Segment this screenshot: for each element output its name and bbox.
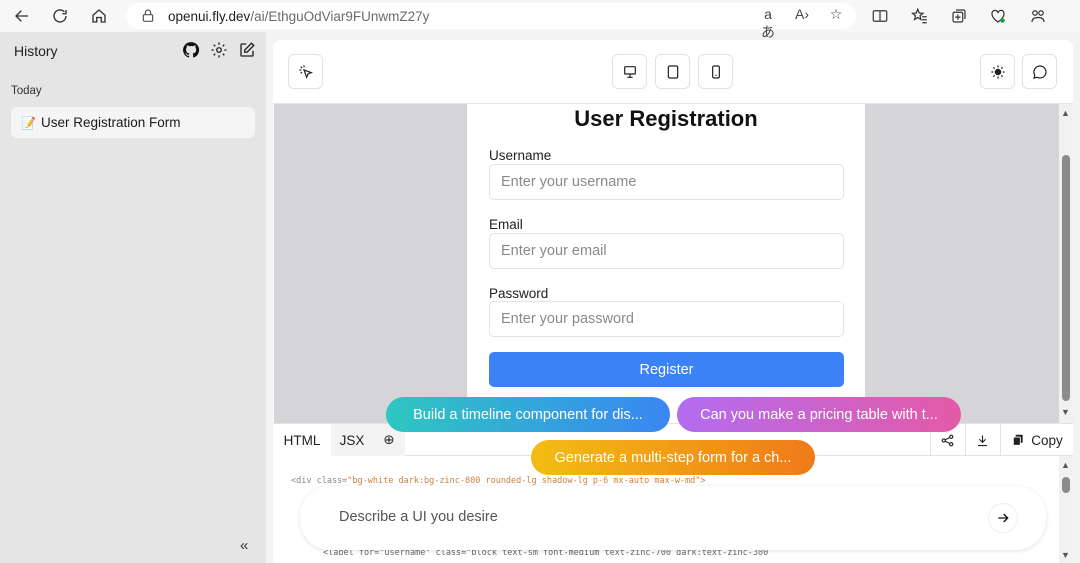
history-item-label: User Registration Form: [40, 115, 181, 130]
form-title: User Registration: [574, 106, 758, 131]
username-label: Username: [489, 148, 552, 163]
home-icon[interactable]: [85, 2, 113, 30]
copy-label: Copy: [1031, 432, 1063, 448]
copy-icon: [1013, 434, 1023, 446]
settings-gear-icon[interactable]: [210, 41, 228, 59]
back-icon[interactable]: [8, 2, 36, 30]
lock-icon: [142, 9, 154, 22]
username-input[interactable]: Enter your username: [489, 164, 844, 200]
code-line: <div class="bg-white dark:bg-zinc-800 ro…: [291, 476, 706, 486]
history-item[interactable]: 📝 User Registration Form: [11, 107, 255, 138]
mobile-icon: [711, 64, 720, 79]
preview-frame: User Registration Username Enter your us…: [274, 104, 1059, 423]
new-chat-icon[interactable]: [238, 41, 256, 59]
sidebar-title: History: [14, 43, 58, 59]
memo-icon: 📝: [21, 115, 36, 130]
tablet-icon: [667, 64, 678, 79]
email-label: Email: [489, 217, 523, 232]
mobile-view-button[interactable]: [698, 54, 733, 89]
email-input[interactable]: Enter your email: [489, 233, 844, 269]
extensions-icon[interactable]: [1027, 5, 1049, 27]
url-path: /ai/EthguOdViar9FUnwmZ27y: [250, 8, 430, 24]
main-panel: User Registration Username Enter your us…: [273, 40, 1073, 563]
tab-jsx[interactable]: JSX: [331, 424, 373, 456]
preview-scroll-thumb[interactable]: [1062, 155, 1070, 401]
scroll-up-icon[interactable]: ▲: [1061, 108, 1070, 118]
password-input[interactable]: Enter your password: [489, 301, 844, 337]
desktop-icon: [623, 65, 636, 78]
code-scrollbar[interactable]: ▲ ▼: [1059, 456, 1073, 563]
prompt-input-box[interactable]: Describe a UI you desire: [300, 486, 1046, 550]
tablet-view-button[interactable]: [655, 54, 690, 89]
sidebar-section-today: Today: [11, 85, 42, 97]
registration-card: User Registration Username Enter your us…: [467, 104, 865, 423]
chat-bubble-icon: [1032, 64, 1047, 79]
suggestion-chip[interactable]: Can you make a pricing table with t...: [677, 397, 961, 432]
arrow-right-icon: [998, 513, 1009, 523]
address-bar[interactable]: openui.fly.dev/ai/EthguOdViar9FUnwmZ27y …: [126, 3, 856, 40]
cursor-select-icon: [298, 64, 313, 79]
code-scroll-down-icon[interactable]: ▼: [1061, 550, 1070, 560]
url-host: openui.fly.dev: [168, 8, 251, 24]
collections-icon[interactable]: [948, 5, 970, 27]
preview-toolbar: [273, 40, 1073, 104]
comment-button[interactable]: [1022, 54, 1057, 89]
read-aloud-icon[interactable]: A›: [792, 6, 812, 42]
code-scroll-up-icon[interactable]: ▲: [1061, 460, 1070, 470]
history-sidebar: History Today 📝 User Registration Form «: [0, 32, 266, 563]
send-button[interactable]: [988, 503, 1018, 533]
register-button[interactable]: Register: [489, 352, 844, 387]
theme-toggle-button[interactable]: [980, 54, 1015, 89]
browser-essentials-icon[interactable]: [987, 5, 1009, 27]
suggestion-chip[interactable]: Generate a multi-step form for a ch...: [531, 440, 815, 475]
desktop-view-button[interactable]: [612, 54, 647, 89]
download-icon[interactable]: [965, 424, 999, 456]
password-label: Password: [489, 286, 549, 301]
github-icon[interactable]: [182, 41, 200, 59]
translate-icon[interactable]: aあ: [758, 6, 778, 42]
tab-html[interactable]: HTML: [273, 424, 331, 456]
favorites-icon[interactable]: [909, 5, 931, 27]
select-element-button[interactable]: [288, 54, 323, 89]
split-screen-icon[interactable]: [869, 5, 891, 27]
sun-icon: [990, 64, 1005, 79]
prompt-input[interactable]: Describe a UI you desire: [339, 509, 498, 525]
favorite-star-icon[interactable]: ☆: [826, 6, 846, 42]
refresh-icon[interactable]: [46, 2, 74, 30]
scroll-down-icon[interactable]: ▼: [1061, 407, 1070, 417]
preview-scrollbar[interactable]: ▲ ▼: [1059, 104, 1073, 423]
copy-button[interactable]: Copy: [1000, 424, 1073, 456]
code-scroll-thumb[interactable]: [1062, 477, 1070, 493]
collapse-sidebar-icon[interactable]: «: [240, 537, 248, 554]
suggestion-chip[interactable]: Build a timeline component for dis...: [386, 397, 670, 432]
browser-toolbar: openui.fly.dev/ai/EthguOdViar9FUnwmZ27y …: [0, 0, 1080, 40]
